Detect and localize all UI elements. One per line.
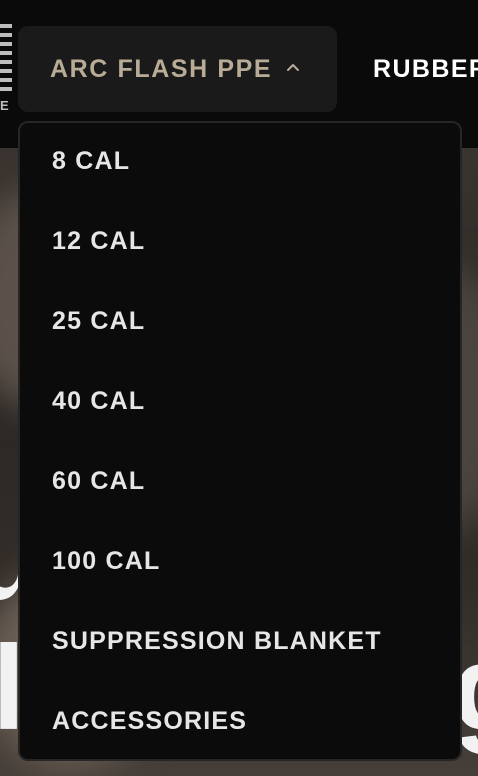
menu-item-label: 8 CAL [52, 147, 131, 175]
menu-item-25-cal[interactable]: 25 CAL [52, 283, 442, 363]
nav-link-rubber[interactable]: RUBBER [373, 55, 478, 84]
menu-item-accessories[interactable]: ACCESSORIES [52, 683, 442, 763]
arc-flash-ppe-menu-button[interactable]: ARC FLASH PPE [18, 26, 337, 112]
logo-stripe [0, 42, 12, 46]
menu-item-label: 40 CAL [52, 387, 146, 415]
logo-stripe [0, 33, 12, 37]
menu-item-8-cal[interactable]: 8 CAL [52, 123, 442, 203]
menu-item-40-cal[interactable]: 40 CAL [52, 363, 442, 443]
menu-item-60-cal[interactable]: 60 CAL [52, 443, 442, 523]
logo-stripe [0, 24, 12, 28]
menu-item-100-cal[interactable]: 100 CAL [52, 523, 442, 603]
logo[interactable]: E [0, 24, 14, 116]
logo-stripe [0, 69, 12, 73]
menu-button-label: ARC FLASH PPE [50, 55, 273, 83]
arc-flash-ppe-dropdown: 8 CAL 12 CAL 25 CAL 40 CAL 60 CAL 100 CA… [18, 121, 462, 761]
menu-item-label: 12 CAL [52, 227, 146, 255]
logo-stripe [0, 87, 12, 91]
chevron-up-icon [287, 64, 299, 71]
menu-item-label: 100 CAL [52, 547, 161, 575]
menu-item-label: ACCESSORIES [52, 707, 248, 735]
logo-letter: E [0, 98, 9, 113]
menu-item-12-cal[interactable]: 12 CAL [52, 203, 442, 283]
menu-item-label: 25 CAL [52, 307, 146, 335]
logo-stripe [0, 78, 12, 82]
logo-stripe [0, 51, 12, 55]
menu-item-label: 60 CAL [52, 467, 146, 495]
menu-item-label: SUPPRESSION BLANKET [52, 627, 382, 655]
menu-item-suppression-blanket[interactable]: SUPPRESSION BLANKET [52, 603, 442, 683]
logo-stripe [0, 60, 12, 64]
page: u l g E ARC FLASH PPE RUBBER 8 CAL [0, 0, 478, 776]
